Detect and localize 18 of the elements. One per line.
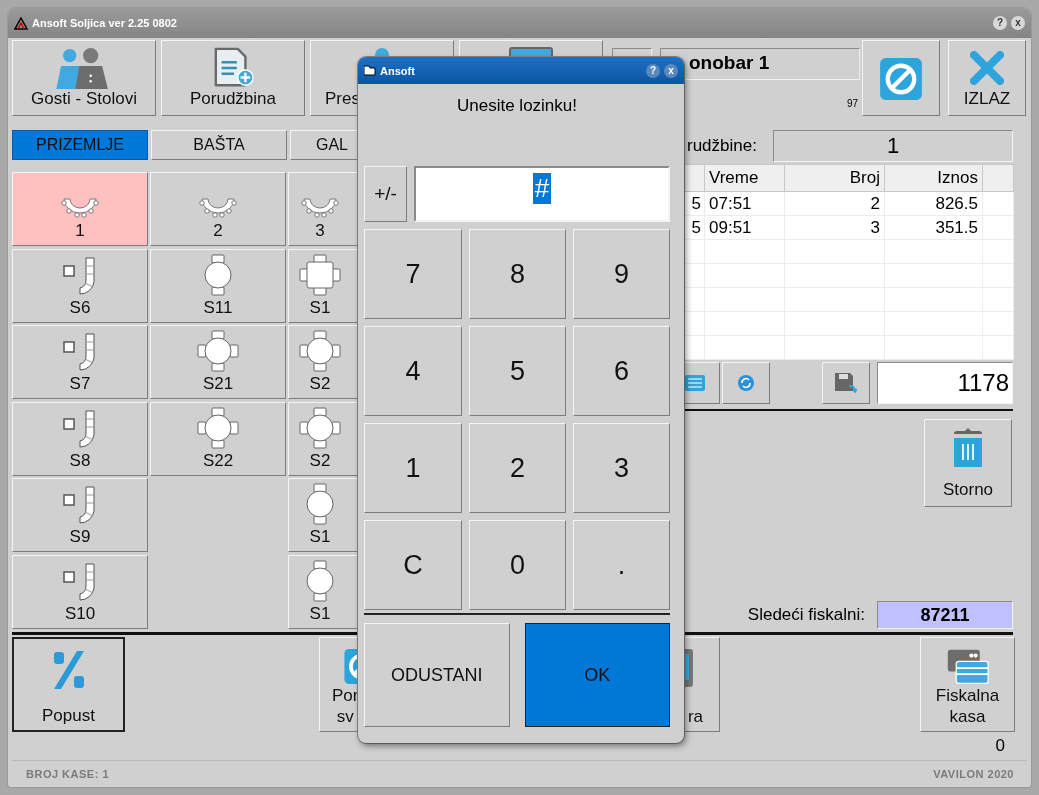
- window-title: Ansoft Soljica ver 2.25 0802: [32, 17, 178, 29]
- orders-label: rudžbine:: [686, 136, 758, 156]
- counter-value: 0: [994, 736, 1006, 756]
- orders-count-field: 1: [773, 130, 1013, 162]
- table-cell: 07:51: [704, 191, 785, 216]
- total-field: 1178: [877, 362, 1013, 404]
- table-cell: 2: [784, 191, 885, 216]
- password-prompt: Unesite lozinku!: [456, 96, 578, 116]
- dialog-title: Ansoft: [380, 64, 416, 77]
- waiter-code: 97: [846, 98, 858, 109]
- table-cell: 3: [784, 215, 885, 240]
- fiscal-number-field: 87211: [877, 601, 1013, 629]
- table-cell: 09:51: [704, 215, 785, 240]
- table-cell: 826.5: [884, 191, 983, 216]
- brand-text: VAVILON 2020: [933, 768, 1014, 780]
- register-number: BROJ KASE: 1: [26, 768, 110, 780]
- fiscal-label: Sledeći fiskalni:: [747, 605, 865, 625]
- table-cell: 351.5: [884, 215, 983, 240]
